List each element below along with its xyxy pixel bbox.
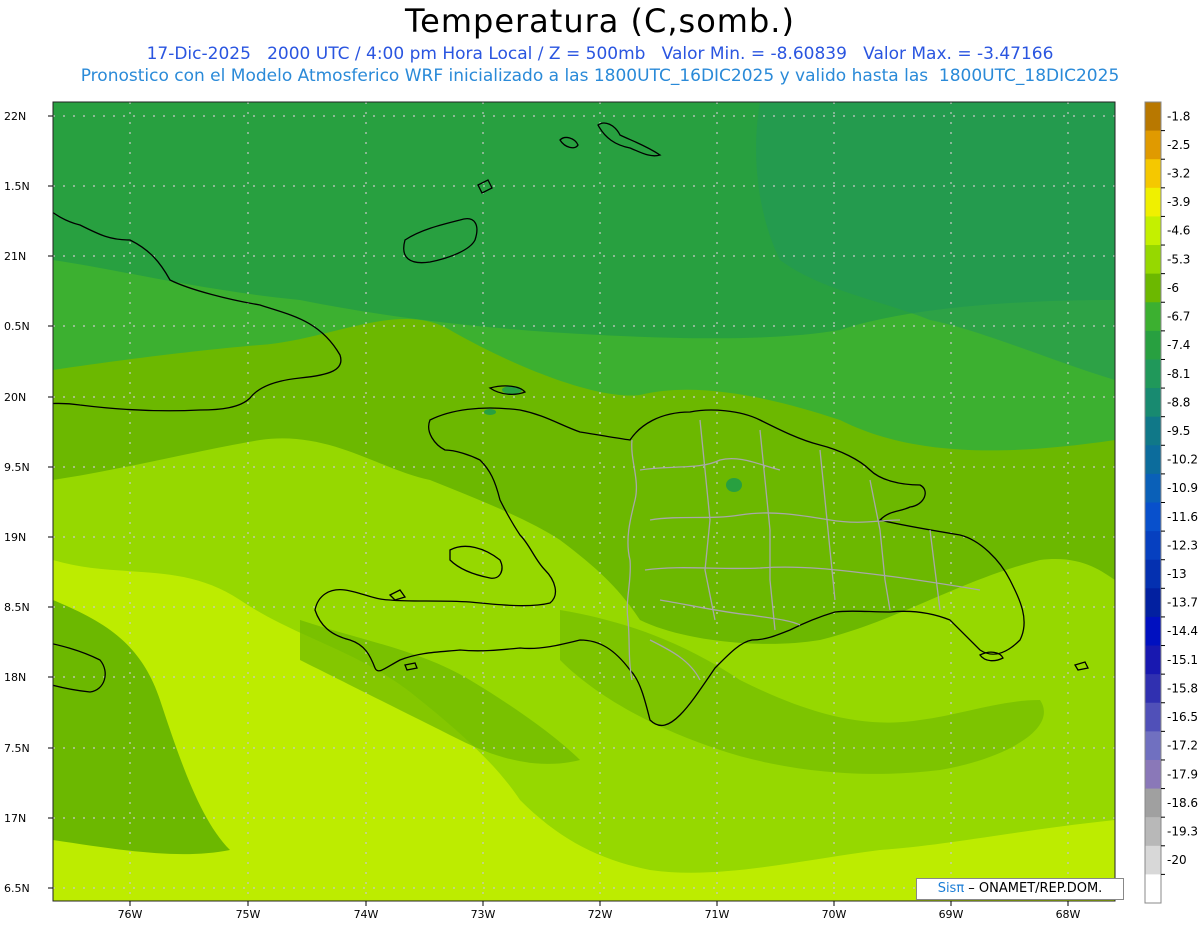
colorbar-label: -8.1 bbox=[1167, 367, 1190, 381]
colorbar-label: -6 bbox=[1167, 281, 1179, 295]
colorbar-swatch bbox=[1145, 245, 1161, 275]
temperature-field bbox=[53, 102, 1115, 901]
colorbar-swatch bbox=[1145, 159, 1161, 189]
colorbar-swatch bbox=[1145, 531, 1161, 561]
colorbar-label: -3.9 bbox=[1167, 195, 1190, 209]
colorbar: -1.8 -2.5 -3.2 -3.9 -4.6 -5.3 -6 -6.7 -7.4 -8.1 -8… bbox=[1144, 101, 1198, 904]
colorbar-label: -10.2 bbox=[1167, 453, 1198, 467]
colorbar-label: -1.8 bbox=[1167, 109, 1190, 123]
colorbar-swatch bbox=[1145, 330, 1161, 360]
colorbar-label: -6.7 bbox=[1167, 310, 1190, 324]
colorbar-label: -11.6 bbox=[1167, 510, 1198, 524]
colorbar-label: -17.2 bbox=[1167, 739, 1198, 753]
colorbar-label: -2.5 bbox=[1167, 138, 1190, 152]
colorbar-label: -3.2 bbox=[1167, 167, 1190, 181]
colorbar-swatch bbox=[1145, 645, 1161, 675]
colorbar-swatch bbox=[1145, 817, 1161, 847]
colorbar-swatch bbox=[1145, 702, 1161, 732]
credit-text: – ONAMET/REP.DOM. bbox=[964, 881, 1103, 896]
colorbar-label: -13.7 bbox=[1167, 596, 1198, 610]
colorbar-swatch bbox=[1145, 416, 1161, 446]
lon-label: 74W bbox=[354, 908, 379, 921]
colorbar-label: -10.9 bbox=[1167, 481, 1198, 495]
lat-label: 7.5N bbox=[4, 742, 30, 755]
colorbar-swatch bbox=[1145, 359, 1161, 389]
colorbar-swatch bbox=[1145, 502, 1161, 532]
lat-label: 8.5N bbox=[4, 601, 30, 614]
lon-label: 69W bbox=[939, 908, 964, 921]
colorbar-label: -18.6 bbox=[1167, 796, 1198, 810]
lat-label: 6.5N bbox=[4, 882, 30, 895]
colorbar-label: -7.4 bbox=[1167, 338, 1190, 352]
lon-label: 70W bbox=[822, 908, 847, 921]
lat-label: 0.5N bbox=[4, 320, 30, 333]
colorbar-label: -8.8 bbox=[1167, 395, 1190, 409]
colorbar-swatch bbox=[1145, 273, 1161, 303]
brand-sis: Sisπ bbox=[937, 881, 965, 896]
lat-label: 1.5N bbox=[4, 180, 30, 193]
credit-box: Sisπ – ONAMET/REP.DOM. bbox=[916, 878, 1124, 900]
lon-label: 71W bbox=[705, 908, 730, 921]
lon-label: 72W bbox=[588, 908, 613, 921]
colorbar-swatch bbox=[1145, 788, 1161, 818]
colorbar-swatch bbox=[1145, 674, 1161, 704]
colorbar-label: -15.8 bbox=[1167, 681, 1198, 695]
colorbar-swatch bbox=[1145, 473, 1161, 503]
latitude-labels: 22N 1.5N 21N 0.5N 20N 9.5N 19N 8.5N 18N … bbox=[4, 110, 30, 895]
temperature-map: 22N 1.5N 21N 0.5N 20N 9.5N 19N 8.5N 18N … bbox=[4, 101, 1198, 921]
colorbar-swatch bbox=[1145, 731, 1161, 761]
lat-label: 19N bbox=[4, 531, 26, 544]
colorbar-swatch bbox=[1145, 216, 1161, 246]
lon-label: 76W bbox=[118, 908, 143, 921]
colorbar-swatch bbox=[1145, 187, 1161, 217]
lat-label: 17N bbox=[4, 812, 26, 825]
colorbar-label: -14.4 bbox=[1167, 624, 1198, 638]
lon-label: 75W bbox=[236, 908, 261, 921]
colorbar-label: -12.3 bbox=[1167, 538, 1198, 552]
lon-label: 68W bbox=[1056, 908, 1081, 921]
longitude-labels: 76W 75W 74W 73W 72W 71W 70W 69W 68W bbox=[118, 908, 1081, 921]
colorbar-label: -5.3 bbox=[1167, 252, 1190, 266]
lon-label: 73W bbox=[471, 908, 496, 921]
colorbar-swatch bbox=[1145, 445, 1161, 475]
colorbar-swatch bbox=[1145, 388, 1161, 418]
lat-label: 20N bbox=[4, 391, 26, 404]
colorbar-label: -16.5 bbox=[1167, 710, 1198, 724]
colorbar-label: -15.1 bbox=[1167, 653, 1198, 667]
colorbar-swatch bbox=[1145, 130, 1161, 160]
lat-label: 18N bbox=[4, 671, 26, 684]
colorbar-label: -20 bbox=[1167, 853, 1187, 867]
colorbar-swatch bbox=[1145, 102, 1161, 132]
colorbar-label: -19.3 bbox=[1167, 824, 1198, 838]
colorbar-label: -4.6 bbox=[1167, 224, 1190, 238]
colorbar-label: -9.5 bbox=[1167, 424, 1190, 438]
lat-label: 22N bbox=[4, 110, 26, 123]
colorbar-label: -13 bbox=[1167, 567, 1187, 581]
colorbar-swatch bbox=[1145, 559, 1161, 589]
colorbar-swatch bbox=[1145, 616, 1161, 647]
lat-label: 9.5N bbox=[4, 461, 30, 474]
colorbar-swatch bbox=[1145, 845, 1161, 875]
colorbar-label: -17.9 bbox=[1167, 767, 1198, 781]
lat-label: 21N bbox=[4, 250, 26, 263]
colorbar-swatch bbox=[1145, 759, 1161, 790]
colorbar-swatch bbox=[1145, 874, 1161, 904]
colorbar-swatch bbox=[1145, 588, 1161, 618]
colorbar-swatch bbox=[1145, 302, 1161, 332]
